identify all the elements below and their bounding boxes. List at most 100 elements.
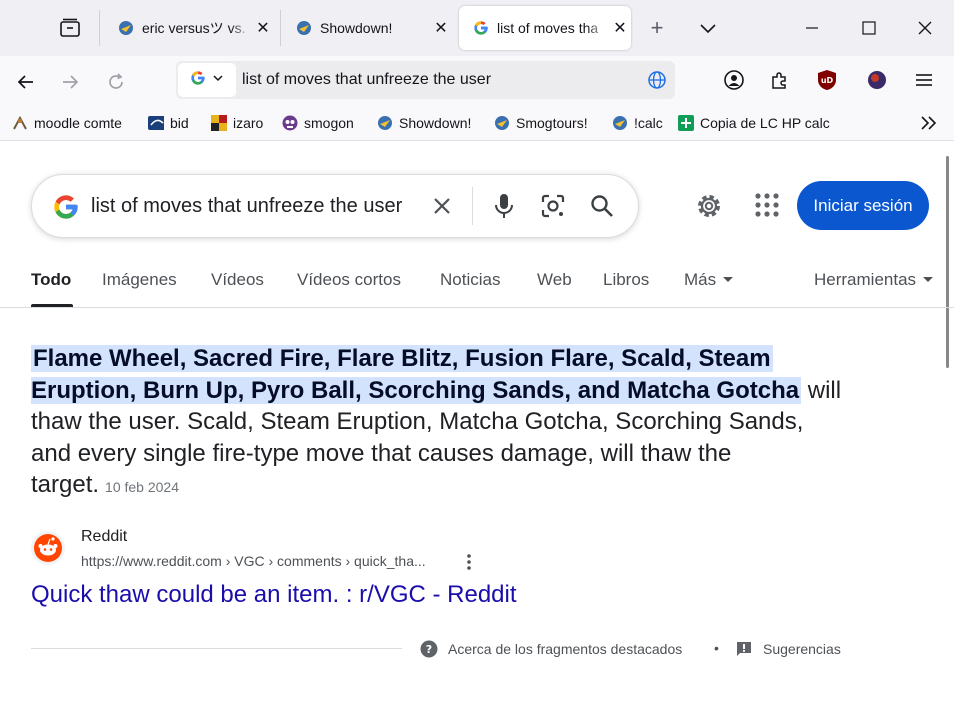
- tab-separator: [99, 10, 100, 46]
- forward-arrow-icon[interactable]: [56, 68, 84, 96]
- source-url[interactable]: https://www.reddit.com › VGC › comments …: [81, 553, 426, 569]
- search-box-divider: [472, 187, 473, 225]
- svg-text:?: ?: [426, 643, 432, 656]
- menu-hamburger-icon[interactable]: [913, 69, 935, 91]
- active-tab-indicator: [31, 304, 73, 307]
- bookmark-label: smogon: [304, 115, 354, 131]
- snippet-highlight: Flame Wheel, Sacred Fire, Flare Blitz, F…: [31, 345, 773, 372]
- settings-gear-icon[interactable]: [694, 191, 724, 221]
- tab-videos[interactable]: Vídeos: [211, 270, 264, 290]
- showdown-icon: [612, 115, 628, 131]
- showdown-icon: [494, 115, 510, 131]
- tab-separator: [280, 10, 281, 46]
- snippet-text: will: [801, 376, 842, 404]
- bookmark-label: izaro: [233, 115, 264, 131]
- bookmark-showdown[interactable]: Showdown!: [377, 114, 471, 132]
- snippet-text: target.: [31, 471, 100, 498]
- bookmark-calc[interactable]: !calc: [612, 114, 663, 132]
- tab-title: Showdown!: [320, 20, 393, 36]
- tab-showdown[interactable]: Showdown! ✕: [282, 6, 452, 50]
- bookmark-moodle-comte[interactable]: moodle comte: [12, 114, 122, 132]
- izaro-icon: [211, 115, 227, 131]
- google-search-box[interactable]: list of moves that unfreeze the user: [31, 174, 639, 238]
- bookmarks-toolbar: moodle comte bid izaro smogon Showdown! …: [0, 106, 954, 141]
- google-lens-icon[interactable]: [540, 193, 566, 219]
- bookmark-bid[interactable]: bid: [148, 114, 189, 132]
- search-input[interactable]: list of moves that unfreeze the user: [91, 195, 402, 218]
- tab-noticias[interactable]: Noticias: [440, 270, 500, 290]
- footer-separator: •: [714, 640, 719, 656]
- tab-imagenes[interactable]: Imágenes: [102, 270, 177, 290]
- sign-in-button[interactable]: Iniciar sesión: [797, 181, 929, 230]
- clear-search-icon[interactable]: [430, 194, 454, 218]
- dropdown-caret-icon: [723, 277, 734, 282]
- tools-button[interactable]: Herramientas: [814, 270, 934, 290]
- tab-title: eric versusツ vs.: [142, 20, 246, 36]
- more-options-icon[interactable]: [464, 552, 474, 572]
- new-tab-button[interactable]: +: [644, 16, 670, 42]
- tab-eric-versus[interactable]: eric versusツ vs. ✕: [104, 6, 274, 50]
- maximize-icon[interactable]: [855, 14, 883, 42]
- url-text[interactable]: list of moves that unfreeze the user: [242, 71, 491, 89]
- ublock-origin-icon[interactable]: uD: [816, 69, 838, 91]
- bookmark-smogon[interactable]: smogon: [282, 114, 354, 132]
- featured-snippet: Flame Wheel, Sacred Fire, Flare Blitz, F…: [31, 343, 851, 504]
- bookmark-label: Smogtours!: [516, 115, 588, 131]
- source-site-name[interactable]: Reddit: [81, 528, 127, 546]
- extension-orb-icon[interactable]: [866, 69, 888, 91]
- tab-close-button[interactable]: ✕: [609, 18, 631, 38]
- showdown-icon: [296, 20, 312, 36]
- google-g-icon: [190, 70, 206, 91]
- translate-globe-icon[interactable]: [647, 70, 667, 90]
- smogon-icon: [282, 115, 298, 131]
- tab-overview-icon[interactable]: [56, 14, 84, 42]
- snippet-text: and every single fire-type move that cau…: [31, 439, 732, 467]
- feedback-label: Sugerencias: [763, 641, 841, 657]
- svg-text:uD: uD: [821, 76, 834, 85]
- more-bookmarks-chevron-icon[interactable]: [918, 112, 940, 134]
- address-bar[interactable]: list of moves that unfreeze the user: [176, 61, 675, 99]
- tab-title: list of moves tha: [497, 20, 599, 36]
- showdown-icon: [118, 20, 134, 36]
- search-filter-tabs: Todo Imágenes Vídeos Vídeos cortos Notic…: [0, 262, 954, 308]
- tab-close-button[interactable]: ✕: [252, 18, 274, 38]
- snippet-date: 10 feb 2024: [105, 479, 180, 495]
- account-icon[interactable]: [723, 69, 745, 91]
- reddit-logo-icon[interactable]: [31, 531, 65, 565]
- bookmark-izaro[interactable]: izaro: [211, 114, 263, 132]
- tab-videos-cortos[interactable]: Vídeos cortos: [297, 270, 401, 290]
- bookmark-label: Copia de LC HP calc: [700, 115, 830, 131]
- minimize-icon[interactable]: [798, 14, 826, 42]
- about-label: Acerca de los fragmentos destacados: [448, 641, 683, 657]
- help-circle-icon: ?: [420, 640, 438, 658]
- back-arrow-icon[interactable]: [12, 68, 40, 96]
- result-title-link[interactable]: Quick thaw could be an item. : r/VGC - R…: [31, 581, 517, 609]
- about-featured-snippets-button[interactable]: ? Acerca de los fragmentos destacados: [420, 640, 682, 658]
- bid-icon: [148, 115, 164, 131]
- tab-libros[interactable]: Libros: [603, 270, 649, 290]
- tab-close-button[interactable]: ✕: [430, 18, 452, 38]
- search-icon[interactable]: [589, 193, 615, 219]
- list-all-tabs-chevron-icon[interactable]: [696, 16, 720, 40]
- bookmark-label: Showdown!: [399, 115, 472, 131]
- tab-mas[interactable]: Más: [684, 270, 734, 290]
- microphone-icon[interactable]: [492, 193, 516, 219]
- feedback-icon: [735, 640, 753, 658]
- bookmark-smogtours[interactable]: Smogtours!: [494, 114, 588, 132]
- tab-todo[interactable]: Todo: [31, 270, 71, 290]
- search-engine-selector[interactable]: [178, 63, 236, 97]
- chevron-down-icon: [212, 71, 224, 89]
- snippet-highlight: Eruption, Burn Up, Pyro Ball, Scorching …: [31, 376, 802, 404]
- bookmark-label: bid: [170, 115, 189, 131]
- moodle-icon: [12, 115, 28, 131]
- tab-strip: eric versusツ vs. ✕ Showdown! ✕ list of m…: [0, 0, 954, 56]
- tab-google-search[interactable]: list of moves tha ✕: [459, 6, 631, 50]
- feedback-button[interactable]: Sugerencias: [735, 640, 841, 658]
- reload-icon[interactable]: [102, 68, 130, 96]
- google-apps-grid-icon[interactable]: [754, 192, 780, 218]
- extensions-puzzle-icon[interactable]: [768, 69, 790, 91]
- bookmark-lc-hp-calc[interactable]: Copia de LC HP calc: [678, 114, 830, 132]
- dropdown-caret-icon: [923, 277, 934, 282]
- close-window-icon[interactable]: [911, 14, 939, 42]
- tab-web[interactable]: Web: [537, 270, 572, 290]
